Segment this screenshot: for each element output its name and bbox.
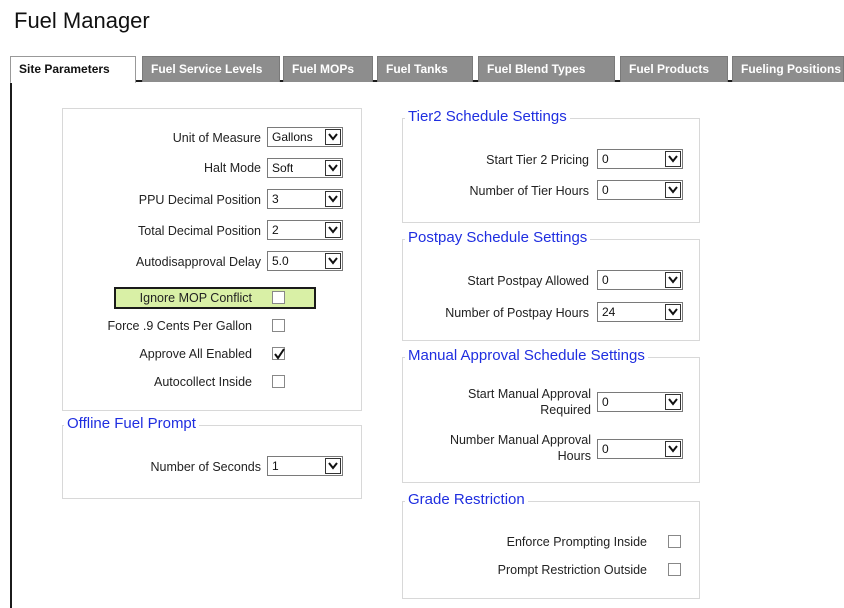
halt-mode-label: Halt Mode [204, 161, 261, 175]
number-of-tier-hours-select[interactable]: 0 [597, 180, 683, 200]
start-postpay-allowed-label: Start Postpay Allowed [467, 274, 589, 288]
chevron-down-icon[interactable] [665, 151, 681, 167]
ignore-mop-conflict-checkbox[interactable] [272, 291, 285, 304]
prompt-restriction-outside-label: Prompt Restriction Outside [497, 563, 647, 577]
unit-of-measure-value: Gallons [272, 130, 313, 144]
force-9-cents-label: Force .9 Cents Per Gallon [107, 319, 252, 333]
tab-fuel-blend-types[interactable]: Fuel Blend Types [478, 56, 615, 82]
chevron-down-icon[interactable] [325, 191, 341, 207]
tab-fuel-products[interactable]: Fuel Products [620, 56, 728, 82]
force-9-cents-checkbox[interactable] [272, 319, 285, 332]
grade-restriction-panel [402, 501, 700, 599]
chevron-down-icon[interactable] [665, 441, 681, 457]
tier2-schedule-panel [402, 118, 700, 223]
number-of-seconds-select[interactable]: 1 [267, 456, 343, 476]
manual-approval-schedule-panel [402, 357, 700, 483]
chevron-down-icon[interactable] [325, 253, 341, 269]
enforce-prompting-inside-checkbox[interactable] [668, 535, 681, 548]
autodisapproval-delay-select[interactable]: 5.0 [267, 251, 343, 271]
prompt-restriction-outside-checkbox[interactable] [668, 563, 681, 576]
chevron-down-icon[interactable] [325, 458, 341, 474]
ignore-mop-conflict-label: Ignore MOP Conflict [139, 291, 252, 305]
page-title: Fuel Manager [14, 8, 150, 33]
autodisapproval-delay-value: 5.0 [272, 254, 289, 268]
chevron-down-icon[interactable] [665, 272, 681, 288]
tab-site-parameters[interactable]: Site Parameters [10, 56, 136, 84]
number-of-tier-hours-value: 0 [602, 183, 609, 197]
enforce-prompting-inside-label: Enforce Prompting Inside [506, 535, 647, 549]
chevron-down-icon[interactable] [325, 222, 341, 238]
total-decimal-label: Total Decimal Position [138, 224, 261, 238]
number-of-postpay-hours-value: 24 [602, 305, 616, 319]
tab-bar: Site Parameters Fuel Service Levels Fuel… [10, 56, 844, 84]
start-manual-approval-value: 0 [602, 395, 609, 409]
postpay-schedule-title: Postpay Schedule Settings [405, 229, 591, 246]
start-manual-approval-label: Start Manual Approval Required [468, 387, 591, 417]
start-postpay-allowed-select[interactable]: 0 [597, 270, 683, 290]
total-decimal-value: 2 [272, 223, 279, 237]
halt-mode-value: Soft [272, 161, 294, 175]
approve-all-enabled-checkbox[interactable] [272, 347, 285, 360]
postpay-schedule-panel [402, 239, 700, 341]
number-manual-approval-hours-value: 0 [602, 442, 609, 456]
number-of-tier-hours-label: Number of Tier Hours [469, 184, 589, 198]
autocollect-inside-label: Autocollect Inside [154, 375, 252, 389]
chevron-down-icon[interactable] [665, 182, 681, 198]
tab-fuel-mops[interactable]: Fuel MOPs [283, 56, 373, 82]
number-of-seconds-label: Number of Seconds [150, 460, 261, 474]
chevron-down-icon[interactable] [665, 394, 681, 410]
unit-of-measure-label: Unit of Measure [172, 131, 261, 145]
start-tier2-pricing-label: Start Tier 2 Pricing [486, 153, 589, 167]
ppu-decimal-value: 3 [272, 192, 279, 206]
checkmark-icon [274, 348, 285, 360]
number-of-postpay-hours-label: Number of Postpay Hours [445, 306, 589, 320]
number-of-postpay-hours-select[interactable]: 24 [597, 302, 683, 322]
start-tier2-pricing-value: 0 [602, 152, 609, 166]
halt-mode-select[interactable]: Soft [267, 158, 343, 178]
tab-fuel-service-levels[interactable]: Fuel Service Levels [142, 56, 280, 82]
number-manual-approval-hours-select[interactable]: 0 [597, 439, 683, 459]
number-of-seconds-value: 1 [272, 459, 279, 473]
chevron-down-icon[interactable] [665, 304, 681, 320]
tier2-schedule-title: Tier2 Schedule Settings [405, 108, 570, 125]
approve-all-enabled-label: Approve All Enabled [139, 347, 252, 361]
ppu-decimal-label: PPU Decimal Position [138, 193, 261, 207]
grade-restriction-title: Grade Restriction [405, 491, 528, 508]
unit-of-measure-select[interactable]: Gallons [267, 127, 343, 147]
ppu-decimal-select[interactable]: 3 [267, 189, 343, 209]
tab-fueling-positions[interactable]: Fueling Positions [732, 56, 844, 82]
total-decimal-select[interactable]: 2 [267, 220, 343, 240]
manual-approval-schedule-title: Manual Approval Schedule Settings [405, 347, 648, 364]
number-manual-approval-hours-label: Number Manual Approval Hours [449, 433, 591, 463]
start-manual-approval-select[interactable]: 0 [597, 392, 683, 412]
offline-fuel-prompt-title: Offline Fuel Prompt [64, 415, 199, 432]
tab-fuel-tanks[interactable]: Fuel Tanks [377, 56, 473, 82]
autocollect-inside-checkbox[interactable] [272, 375, 285, 388]
chevron-down-icon[interactable] [325, 129, 341, 145]
chevron-down-icon[interactable] [325, 160, 341, 176]
start-tier2-pricing-select[interactable]: 0 [597, 149, 683, 169]
start-postpay-allowed-value: 0 [602, 273, 609, 287]
site-parameters-content: Unit of Measure Gallons Halt Mode Soft P… [10, 83, 844, 608]
autodisapproval-delay-label: Autodisapproval Delay [135, 255, 261, 269]
